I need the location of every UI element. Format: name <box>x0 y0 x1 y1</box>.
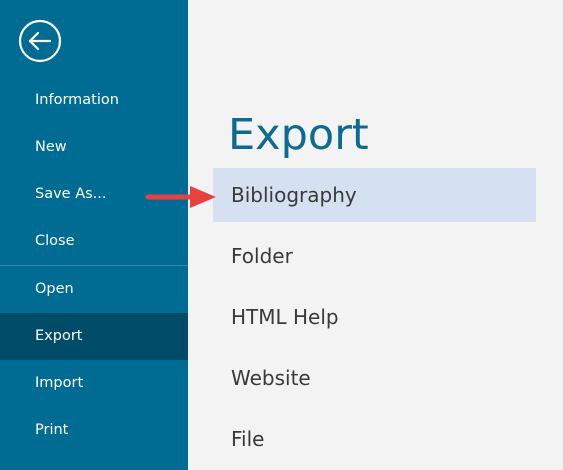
export-panel: Export Bibliography Folder HTML Help Web… <box>188 0 563 470</box>
sidebar-item-import[interactable]: Import <box>0 360 188 407</box>
sidebar-item-open[interactable]: Open <box>0 266 188 313</box>
back-arrow-circle-icon <box>18 19 62 63</box>
sidebar-item-print[interactable]: Print <box>0 407 188 454</box>
sidebar-item-close[interactable]: Close <box>0 218 188 265</box>
export-option-file[interactable]: File <box>213 412 536 466</box>
sidebar-item-information[interactable]: Information <box>0 77 188 124</box>
sidebar-item-export[interactable]: Export <box>0 313 188 360</box>
back-button[interactable] <box>17 18 63 64</box>
red-arrow-icon <box>144 184 220 210</box>
backstage-sidebar: Information New Save As... Close Open Ex… <box>0 0 188 470</box>
export-option-html-help[interactable]: HTML Help <box>213 290 536 344</box>
export-option-website[interactable]: Website <box>213 351 536 405</box>
export-option-folder[interactable]: Folder <box>213 229 536 283</box>
page-title: Export <box>228 110 369 160</box>
sidebar-item-new[interactable]: New <box>0 124 188 171</box>
export-option-bibliography[interactable]: Bibliography <box>213 168 536 222</box>
